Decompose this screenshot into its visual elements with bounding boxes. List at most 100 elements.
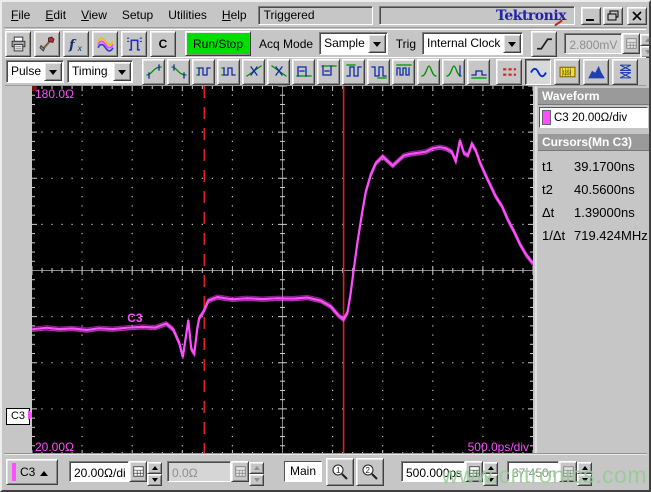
cursor-readout-t: Δt 1.39000ns	[537, 201, 649, 224]
waveform-panel-header: Waveform	[538, 88, 649, 105]
measurement-toolbar: Pulse Timing 123	[5, 57, 646, 86]
spin-arrows[interactable]	[483, 461, 498, 486]
trace-color-chip	[542, 110, 551, 125]
scope-display[interactable]: 180.0Ω 20.00Ω 500.0ps/div C3	[32, 86, 533, 455]
chevron-down-icon[interactable]	[503, 34, 522, 53]
spin-arrows[interactable]	[147, 461, 162, 486]
measure-low-signal-icon	[470, 70, 487, 79]
measure-pos-width[interactable]	[292, 58, 315, 85]
cursors-panel-header: Cursors(Mn C3)	[538, 134, 649, 151]
graticule-center-axes	[32, 86, 533, 455]
measure-pos-crossing[interactable]	[242, 58, 265, 85]
measure-pos-frequency[interactable]	[192, 58, 215, 85]
timebase-spinner[interactable]: 500.000ps	[401, 461, 498, 486]
measure-period[interactable]	[392, 58, 415, 85]
keypad-icon[interactable]	[622, 33, 641, 54]
toolbar-acquisition-pulse[interactable]	[121, 30, 147, 57]
vertical-scale-spinner[interactable]: 20.00Ω/di	[69, 461, 162, 486]
restore-button[interactable]	[603, 6, 623, 25]
chevron-down-icon[interactable]	[367, 34, 386, 53]
magnifier-1-icon: 1	[332, 464, 348, 480]
measure-neg-crossing-icon	[270, 65, 287, 77]
run-stop-button[interactable]: Run/Stop	[185, 31, 252, 56]
toolbar-waveform-database-icon	[96, 36, 114, 52]
measure-pos-width-icon	[295, 66, 312, 77]
spin-arrows[interactable]	[577, 461, 592, 486]
readout-value: 719.424MHz	[574, 228, 648, 243]
keypad-icon[interactable]	[465, 461, 483, 482]
vertical-bottom-scale: 20.00Ω	[35, 440, 74, 454]
oscilloscope-app-window: File Edit View Setup Utilities Help Triggered…	[0, 0, 651, 492]
measure-class-select[interactable]: Timing	[67, 60, 133, 83]
keypad-icon	[231, 461, 249, 482]
measure-neg-duty-cycle[interactable]	[367, 58, 390, 85]
channel-select-label: C3	[20, 464, 36, 479]
measure-pos-amplitude[interactable]	[417, 58, 440, 85]
acq-mode-label: Acq Mode	[259, 36, 314, 51]
readout-label: 1/Δt	[542, 228, 566, 243]
toolbar-tools-icon	[38, 35, 54, 52]
measure-neg-crossing[interactable]	[267, 58, 290, 85]
measure-neg-width-icon	[320, 65, 337, 76]
menu-help[interactable]: Help	[215, 5, 255, 26]
zoom-view2-button[interactable]: 2	[356, 457, 384, 486]
menu-bar: File Edit View Setup Utilities Help Triggered…	[4, 4, 647, 28]
svg-text:2: 2	[366, 466, 371, 475]
main-timebase-indicator[interactable]: Main	[284, 461, 322, 482]
horizontal-position-spinner[interactable]: 37.450n	[507, 461, 592, 486]
close-button[interactable]	[627, 6, 647, 25]
toolbar-define-math[interactable]: fx	[63, 30, 89, 57]
view-waveform-display-icon	[529, 67, 547, 77]
channel-c3-marker[interactable]: C3	[6, 408, 35, 425]
trig-label: Trig	[395, 36, 416, 51]
chevron-down-icon[interactable]	[44, 62, 63, 81]
channel-select-button[interactable]: C3	[6, 458, 58, 485]
view-cursors[interactable]	[496, 58, 522, 85]
magnifier-2-icon: 2	[362, 464, 378, 480]
cursor-readout-1t: 1/Δt 719.424MHz	[537, 224, 649, 247]
menu-file[interactable]: File	[4, 5, 38, 26]
keypad-icon[interactable]	[559, 461, 577, 482]
menu-view[interactable]: View	[74, 5, 115, 26]
view-readout[interactable]: 123	[554, 58, 580, 85]
rising-slope-icon	[536, 37, 552, 50]
toolbar-print[interactable]	[5, 30, 31, 57]
toolbar-clear[interactable]: C	[150, 30, 176, 57]
measure-rise-time[interactable]	[142, 58, 165, 85]
view-histogram[interactable]	[583, 58, 609, 85]
toolbar-waveform-database[interactable]	[92, 30, 118, 57]
signal-type-select[interactable]: Pulse	[6, 60, 65, 83]
measure-fall-time[interactable]	[167, 58, 190, 85]
minimize-button[interactable]	[581, 6, 601, 25]
trig-slope-button[interactable]	[531, 30, 558, 57]
measure-low-signal[interactable]	[467, 58, 490, 85]
keypad-icon[interactable]	[129, 461, 147, 482]
cursor-readout-t2: t2 40.5600ns	[537, 178, 649, 201]
channel-gutter: C3	[4, 86, 35, 455]
measure-peak-to-peak-icon	[445, 65, 462, 77]
trig-source-select[interactable]: Internal Clock	[422, 32, 524, 55]
measure-neg-frequency[interactable]	[217, 58, 240, 85]
menu-edit[interactable]: Edit	[38, 5, 74, 26]
readout-value: 1.39000ns	[574, 205, 635, 220]
measure-pos-amplitude-icon	[420, 65, 437, 77]
spin-arrows[interactable]	[640, 33, 649, 58]
measure-neg-width[interactable]	[317, 58, 340, 85]
measure-peak-to-peak[interactable]	[442, 58, 465, 85]
measure-fall-time-icon	[170, 64, 187, 79]
main-toolbar: fx C Run/Stop Acq Mode Sample Trig Intern…	[5, 29, 649, 58]
view-readout-icon: 123	[559, 66, 575, 77]
waveform-entry-text: C3 20.00Ω/div	[554, 111, 628, 124]
view-waveform-display[interactable]	[525, 58, 551, 85]
toolbar-tools[interactable]	[34, 30, 60, 57]
acq-mode-select[interactable]: Sample	[319, 32, 388, 55]
waveform-entry-c3[interactable]: C3 20.00Ω/div	[539, 107, 648, 128]
chevron-down-icon[interactable]	[113, 62, 131, 81]
waveform-plot[interactable]	[32, 86, 533, 455]
zoom-view1-button[interactable]: 1	[326, 457, 354, 486]
menu-setup[interactable]: Setup	[115, 5, 161, 26]
menu-utilities[interactable]: Utilities	[161, 5, 215, 26]
view-eye-diagram[interactable]	[612, 58, 638, 85]
measure-pos-duty-cycle[interactable]	[342, 58, 365, 85]
tektronix-logo: Tektronix	[496, 7, 566, 24]
